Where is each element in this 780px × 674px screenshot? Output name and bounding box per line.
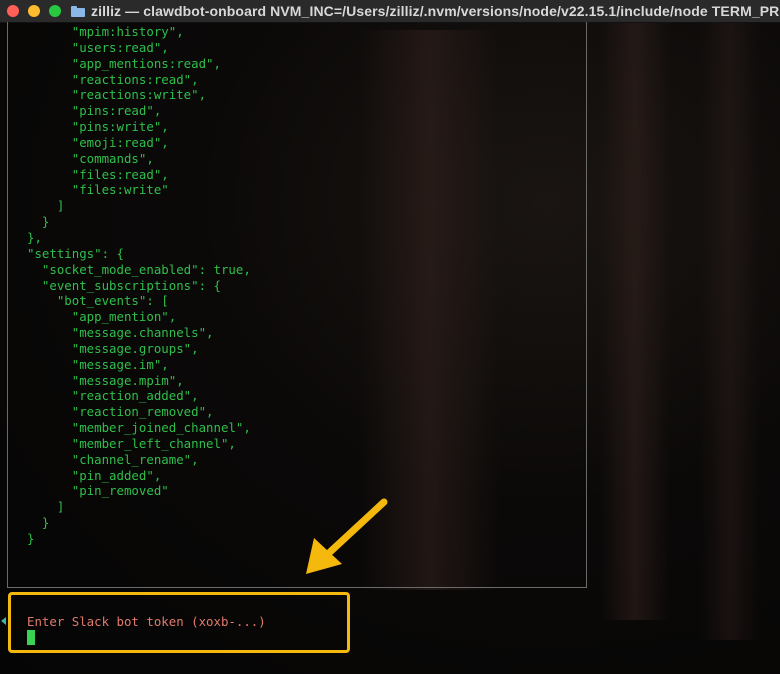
terminal-line: ]	[27, 198, 65, 214]
terminal-line: "message.groups",	[27, 340, 199, 356]
terminal-line: "files:read",	[27, 166, 169, 182]
title-bar[interactable]: zilliz — clawdbot-onboard NVM_INC=/Users…	[0, 0, 780, 23]
terminal-line: "channel_rename",	[27, 451, 199, 467]
terminal-line: "mpim:history",	[27, 24, 184, 39]
terminal-line: "reaction_removed",	[27, 404, 214, 420]
terminal-line: "app_mention",	[27, 309, 177, 325]
terminal-output: "mpim:history", "users:read", "app_menti…	[27, 24, 251, 563]
terminal-line: "settings": {	[27, 245, 124, 261]
terminal-line: "bot_events": [	[27, 293, 169, 309]
arrow-annotation-icon	[306, 498, 388, 574]
terminal-window: zilliz — clawdbot-onboard NVM_INC=/Users…	[0, 0, 780, 674]
terminal-line: }	[27, 214, 50, 230]
terminal-line: "app_mentions:read",	[27, 55, 221, 71]
background-shape	[700, 20, 760, 640]
token-prompt-label: Enter Slack bot token (xoxb-...)	[27, 614, 266, 629]
minimize-window-button[interactable]	[28, 5, 40, 17]
terminal-line: "reaction_added",	[27, 388, 199, 404]
text-cursor[interactable]	[27, 630, 35, 645]
terminal-line: "reactions:read",	[27, 71, 199, 87]
terminal-line: "commands",	[27, 150, 154, 166]
terminal-line: "emoji:read",	[27, 134, 169, 150]
terminal-line: "event_subscriptions": {	[27, 277, 221, 293]
terminal-line: ]	[27, 499, 65, 515]
terminal-line: "pin_added",	[27, 467, 162, 483]
window-title: zilliz — clawdbot-onboard NVM_INC=/Users…	[91, 3, 780, 19]
terminal-line: "reactions:write",	[27, 87, 207, 103]
terminal-line: "message.channels",	[27, 325, 214, 341]
terminal-line: "files:write"	[27, 182, 169, 198]
terminal-line: "member_left_channel",	[27, 435, 236, 451]
close-window-button[interactable]	[7, 5, 19, 17]
zoom-window-button[interactable]	[49, 5, 61, 17]
terminal-line: }	[27, 515, 50, 531]
terminal-line: }	[27, 531, 35, 546]
terminal-line: "pin_removed"	[27, 483, 169, 499]
terminal-line: "pins:write",	[27, 119, 169, 135]
terminal-line: "message.mpim",	[27, 372, 184, 388]
prompt-marker-icon	[1, 617, 6, 625]
terminal-line: "message.im",	[27, 356, 169, 372]
terminal-line: "users:read",	[27, 39, 169, 55]
terminal-line: },	[27, 229, 42, 245]
background-shape	[600, 20, 670, 620]
folder-icon	[71, 5, 85, 17]
terminal-line: "member_joined_channel",	[27, 420, 251, 436]
terminal-line: "socket_mode_enabled": true,	[27, 261, 251, 277]
terminal-line: "pins:read",	[27, 103, 162, 119]
